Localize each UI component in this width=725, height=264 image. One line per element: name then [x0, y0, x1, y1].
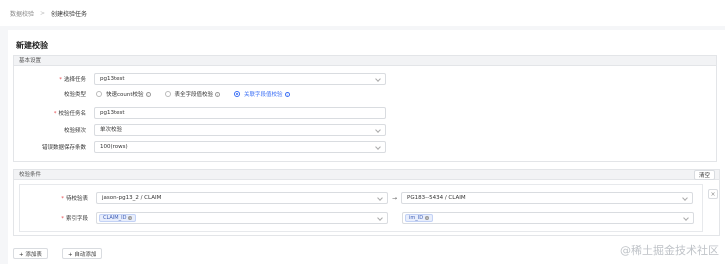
index-label: * 索引字段: [61, 216, 88, 222]
conditions-card: 校验条件 清空 * 待校验表 jason-pg13_2 / CLAIM → PG1…: [13, 169, 720, 236]
remove-row-button[interactable]: ×: [708, 189, 718, 199]
freq-label: 校验频次: [63, 128, 86, 134]
type-option-fullfield[interactable]: 表全字段值校验 i: [164, 90, 221, 98]
basic-settings-header: 基本设置: [14, 56, 716, 66]
index-tag: CLAIM_ID ×: [99, 214, 137, 222]
info-icon: i: [284, 91, 290, 97]
target-index-select[interactable]: im_ID ×: [402, 212, 694, 224]
type-option-joinfield[interactable]: 关联字段值校验 i: [234, 90, 290, 98]
chevron-down-icon: [375, 76, 381, 82]
index-tag: im_ID ×: [405, 214, 434, 222]
task-label: * 选择任务: [59, 77, 86, 83]
err-rows-label: 错误数据保存条数: [41, 145, 86, 151]
chevron-down-icon: [377, 195, 383, 201]
source-table-select[interactable]: jason-pg13_2 / CLAIM: [96, 192, 388, 204]
info-icon: i: [145, 91, 151, 97]
add-table-button[interactable]: + 添加表: [13, 248, 48, 259]
chevron-down-icon: [377, 215, 383, 221]
chevron-down-icon: [375, 127, 381, 133]
conditions-header: 校验条件: [14, 170, 719, 180]
name-label: * 校验任务名: [53, 111, 86, 117]
task-select[interactable]: pg13test: [94, 73, 386, 85]
type-label: 校验类型: [63, 92, 86, 98]
source-index-select[interactable]: CLAIM_ID ×: [96, 212, 388, 224]
basic-settings-card: 基本设置 * 选择任务 pg13test 校验类型 快速count校验 i 表全字段…: [13, 55, 717, 162]
radio-checked-icon: [234, 91, 241, 97]
clear-button[interactable]: 清空: [693, 170, 715, 180]
tag-close-icon[interactable]: ×: [425, 216, 430, 220]
page-title: 新建校验: [16, 41, 48, 50]
main-panel: 新建校验 基本设置 * 选择任务 pg13test 校验类型 快速count校验 i…: [8, 30, 725, 264]
breadcrumb-separator-icon: >: [40, 9, 46, 17]
chevron-down-icon: [683, 215, 689, 221]
arrow-right-icon: →: [392, 194, 398, 202]
watermark: @稀土掘金技术社区: [620, 244, 719, 257]
freq-select[interactable]: 单次校验: [94, 124, 386, 136]
radio-icon: [164, 91, 171, 97]
radio-icon: [96, 91, 102, 97]
tag-close-icon[interactable]: ×: [128, 216, 133, 220]
err-rows-select[interactable]: 100(rows): [94, 141, 386, 153]
breadcrumb-parent[interactable]: 数据校验: [10, 9, 34, 18]
chevron-down-icon: [375, 144, 381, 150]
chevron-down-icon: [682, 195, 688, 201]
info-icon: i: [215, 91, 221, 97]
breadcrumb-current: 创建校验任务: [51, 10, 88, 18]
task-name-input[interactable]: pg13test: [94, 107, 386, 119]
breadcrumb: 数据校验 > 创建校验任务: [0, 0, 725, 26]
condition-group: * 待校验表 jason-pg13_2 / CLAIM → PG183--5434…: [19, 184, 718, 232]
table-label: * 待校验表: [61, 196, 88, 202]
target-table-select[interactable]: PG183--5434 / CLAIM: [401, 192, 694, 204]
close-icon: ×: [710, 190, 716, 198]
type-option-count[interactable]: 快速count校验 i: [96, 90, 151, 98]
auto-add-button[interactable]: + 自动添加: [62, 248, 103, 259]
